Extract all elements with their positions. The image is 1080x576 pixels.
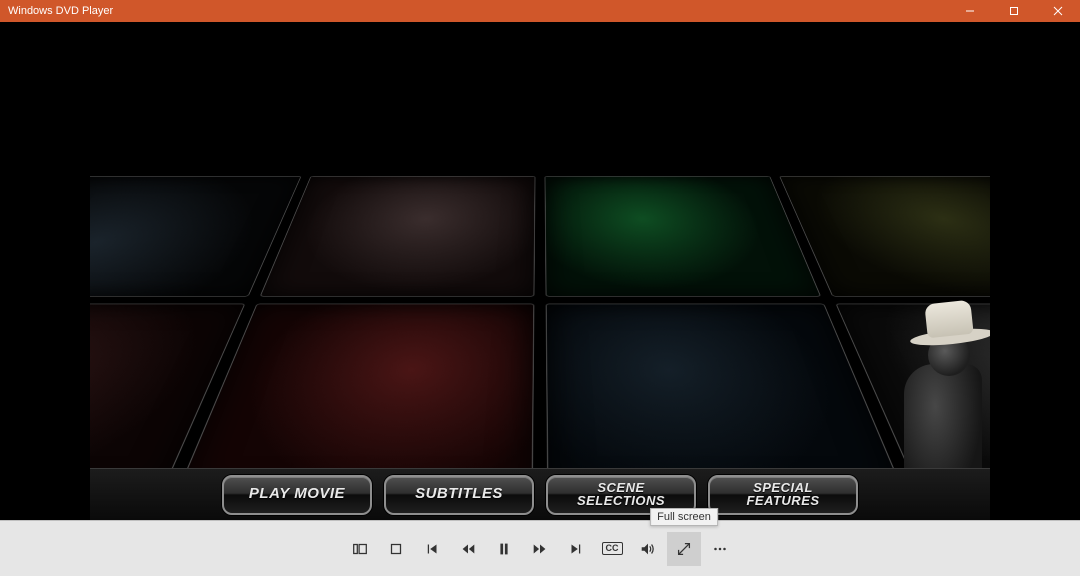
fullscreen-icon <box>675 540 693 558</box>
more-options-button[interactable] <box>703 532 737 566</box>
video-stage: PLAY MOVIE SUBTITLES SCENE SELECTIONS SP… <box>90 22 990 520</box>
cc-icon: CC <box>602 542 623 555</box>
maximize-button[interactable] <box>992 0 1036 22</box>
dvd-special-features-button[interactable]: SPECIAL FEATURES <box>708 475 858 515</box>
fullscreen-tooltip: Full screen <box>650 508 718 526</box>
fast-forward-icon <box>531 540 549 558</box>
minimize-icon <box>965 6 975 16</box>
previous-button[interactable] <box>415 532 449 566</box>
dvd-play-movie-button[interactable]: PLAY MOVIE <box>222 475 372 515</box>
window-title: Windows DVD Player <box>8 5 948 17</box>
close-button[interactable] <box>1036 0 1080 22</box>
stop-button[interactable] <box>379 532 413 566</box>
rewind-icon <box>459 540 477 558</box>
dvd-scenes-label-2: SELECTIONS <box>577 495 665 507</box>
volume-button[interactable] <box>631 532 665 566</box>
play-pause-button[interactable] <box>487 532 521 566</box>
dvd-subtitles-button[interactable]: SUBTITLES <box>384 475 534 515</box>
dvd-special-label-2: FEATURES <box>746 495 819 507</box>
titlebar: Windows DVD Player <box>0 0 1080 22</box>
next-button[interactable] <box>559 532 593 566</box>
window-buttons <box>948 0 1080 22</box>
fullscreen-button[interactable]: Full screen <box>667 532 701 566</box>
pause-icon <box>495 540 513 558</box>
rewind-button[interactable] <box>451 532 485 566</box>
dvd-subtitles-label: SUBTITLES <box>415 487 503 501</box>
closed-captions-button[interactable]: CC <box>595 532 629 566</box>
dvd-menu-background <box>90 22 990 520</box>
video-area: PLAY MOVIE SUBTITLES SCENE SELECTIONS SP… <box>0 22 1080 520</box>
volume-icon <box>639 540 657 558</box>
close-icon <box>1053 6 1063 16</box>
fast-forward-button[interactable] <box>523 532 557 566</box>
more-icon <box>711 540 729 558</box>
player-controls: CC Full screen <box>0 520 1080 576</box>
dvd-play-movie-label: PLAY MOVIE <box>249 487 345 501</box>
stop-icon <box>387 540 405 558</box>
maximize-icon <box>1009 6 1019 16</box>
skip-next-icon <box>567 540 585 558</box>
dvd-menu-bar: PLAY MOVIE SUBTITLES SCENE SELECTIONS SP… <box>90 468 990 520</box>
skip-previous-icon <box>423 540 441 558</box>
aspect-ratio-button[interactable] <box>343 532 377 566</box>
minimize-button[interactable] <box>948 0 992 22</box>
aspect-ratio-icon <box>351 540 369 558</box>
